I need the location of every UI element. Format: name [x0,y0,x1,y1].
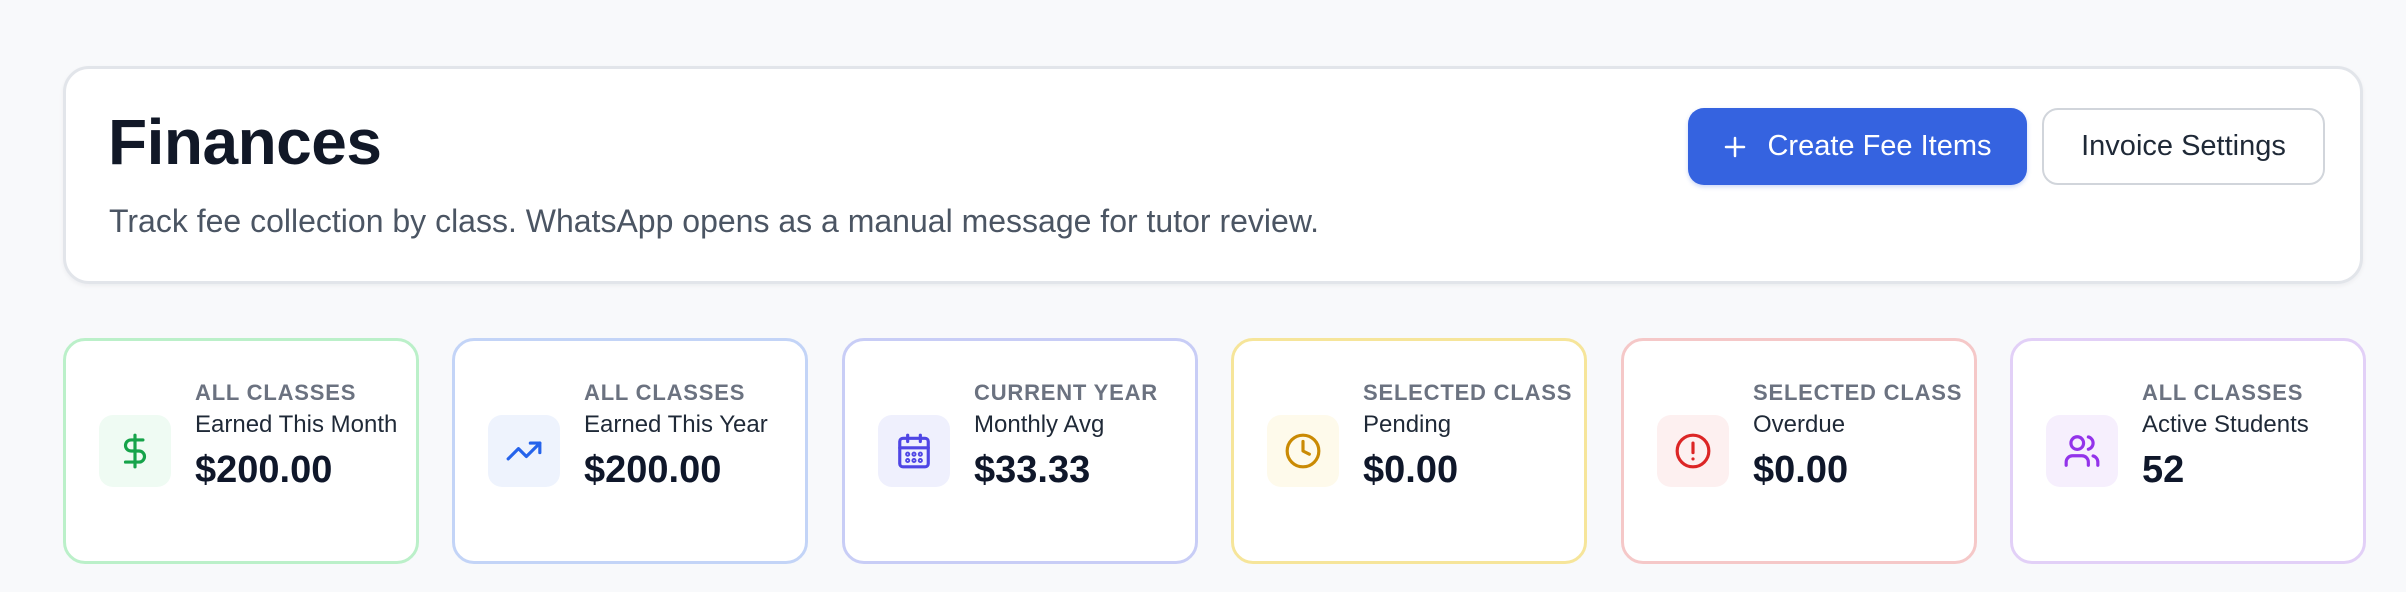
stat-label: Pending [1363,411,1452,438]
plus-icon [1725,136,1746,157]
trending-up-icon [506,441,542,461]
stat-icon-box [99,415,171,487]
calendar-icon [898,433,930,469]
stat-scope: ALL CLASSES [195,380,357,405]
stat-card-pending: SELECTED CLASS Pending $0.00 [1231,338,1587,564]
create-fee-items-button[interactable]: Create Fee Items [1688,108,2027,185]
create-fee-items-label: Create Fee Items [1767,130,1992,162]
stat-card-active-students: ALL CLASSES Active Students 52 [2010,338,2366,564]
stat-card-monthly-avg: CURRENT YEAR Monthly Avg $33.33 [842,338,1198,564]
stat-value: $200.00 [584,449,722,491]
stat-value: $33.33 [974,449,1091,491]
stat-value: $0.00 [1363,449,1459,491]
stat-icon-box [488,415,560,487]
finances-header-card: Finances Track fee collection by class. … [63,66,2363,284]
stat-icon-box [1657,415,1729,487]
dollar-icon [123,433,146,469]
stat-scope: SELECTED CLASS [1753,380,1963,405]
clock-icon [1285,433,1321,469]
stat-value: 52 [2142,449,2185,491]
stat-value: $200.00 [195,449,333,491]
stat-scope: CURRENT YEAR [974,380,1158,405]
stat-icon-box [2046,415,2118,487]
stat-icon-box [878,415,950,487]
alert-circle-icon [1675,433,1711,469]
stat-label: Active Students [2142,411,2309,438]
stat-scope: SELECTED CLASS [1363,380,1573,405]
page-subtitle: Track fee collection by class. WhatsApp … [109,203,1320,239]
stat-value: $0.00 [1753,449,1849,491]
stat-icon-box [1267,415,1339,487]
page-title: Finances [108,106,382,178]
stat-card-earned-this-month: ALL CLASSES Earned This Month $200.00 [63,338,419,564]
stat-card-earned-this-year: ALL CLASSES Earned This Year $200.00 [452,338,808,564]
invoice-settings-label: Invoice Settings [2081,130,2286,162]
users-icon [2064,435,2100,467]
stat-scope: ALL CLASSES [584,380,746,405]
invoice-settings-button[interactable]: Invoice Settings [2042,108,2325,185]
stat-scope: ALL CLASSES [2142,380,2304,405]
stat-label: Earned This Month [195,411,398,438]
stat-label: Overdue [1753,411,1846,438]
stat-card-overdue: SELECTED CLASS Overdue $0.00 [1621,338,1977,564]
stat-label: Earned This Year [584,411,768,438]
stat-label: Monthly Avg [974,411,1105,438]
